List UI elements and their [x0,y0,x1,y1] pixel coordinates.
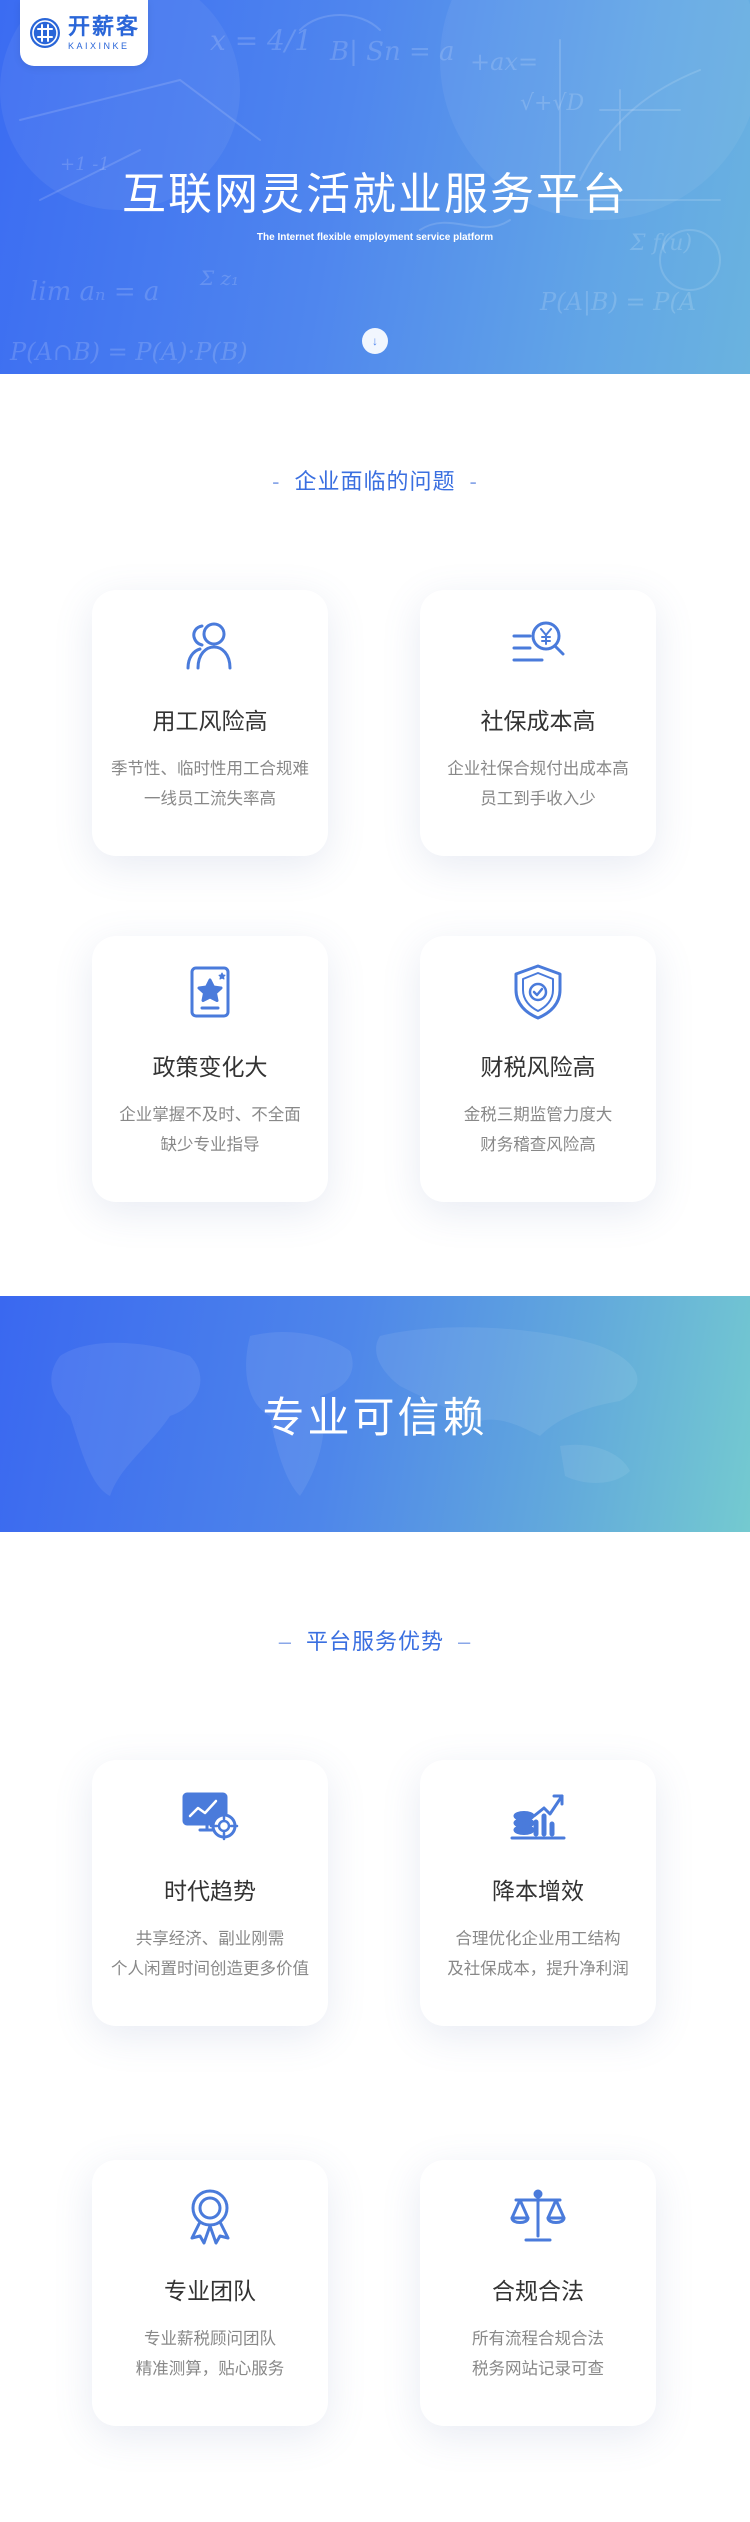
brand-logo-text: 开薪客 KAIXINKE [67,13,140,51]
card-desc-line: 个人闲置时间创造更多价值 [111,1960,309,1978]
card-description: 所有流程合规合法 税务网站记录可查 [420,2324,656,2384]
shield-check-icon [514,964,562,1020]
card-title: 财税风险高 [480,1054,596,1080]
card-desc-line: 缺少专业指导 [160,1136,260,1154]
title-dash-right: - [469,469,478,494]
card-desc-line: 所有流程合规合法 [472,2330,604,2348]
card-title: 合规合法 [492,2278,584,2304]
hero-title: 互联网灵活就业服务平台 [122,170,628,219]
card-desc-line: 合理优化企业用工结构 [455,1930,621,1948]
coins-growth-icon [510,1794,566,1840]
card-description: 合理优化企业用工结构 及社保成本，提升净利润 [420,1924,656,1984]
brand-logo[interactable]: 开薪客 KAIXINKE [20,0,148,66]
problems-title-text: 企业面临的问题 [294,469,456,494]
problems-section-title: - 企业面临的问题 - [0,464,750,496]
trend-monitor-icon [182,1792,239,1841]
balance-scale-icon [510,2189,566,2242]
brand-name-cn: 开薪客 [67,13,140,39]
policy-badge-icon [190,966,230,1018]
svg-text:P(A∩B) = P(A)·P(B): P(A∩B) = P(A)·P(B) [9,338,248,366]
card-desc-line: 共享经济、副业刚需 [135,1930,285,1948]
title-dash-left: – [278,1629,292,1654]
banner-title: 专业可信赖 [262,1394,488,1441]
advantage-card-professional-team[interactable]: 专业团队 专业薪税顾问团队 精准测算，贴心服务 [92,2160,328,2426]
advantages-title-text: 平台服务优势 [305,1629,444,1654]
problem-card-social-security-cost[interactable]: 社保成本高 企业社保合规付出成本高 员工到手收入少 [420,590,656,856]
card-description: 共享经济、副业刚需 个人闲置时间创造更多价值 [92,1924,328,1984]
card-description: 季节性、临时性用工合规难 一线员工流失率高 [92,754,328,814]
svg-text:lim aₙ = a: lim aₙ = a [30,277,159,307]
award-ribbon-icon [190,2189,230,2245]
card-desc-line: 员工到手收入少 [480,790,596,808]
card-description: 企业掌握不及时、不全面 缺少专业指导 [92,1100,328,1160]
card-title: 政策变化大 [152,1054,268,1080]
card-title: 降本增效 [492,1878,584,1904]
card-desc-line: 季节性、临时性用工合规难 [111,760,309,778]
card-title: 专业团队 [164,2278,256,2304]
trust-banner: 专业可信赖 [0,1296,750,1532]
card-title: 用工风险高 [152,708,268,734]
problem-card-employment-risk[interactable]: 用工风险高 季节性、临时性用工合规难 一线员工流失率高 [92,590,328,856]
advantage-card-compliance[interactable]: 合规合法 所有流程合规合法 税务网站记录可查 [420,2160,656,2426]
svg-text:P(A|B) = P(A: P(A|B) = P(A [539,288,696,317]
problem-card-tax-risk[interactable]: 财税风险高 金税三期监管力度大 财务稽查风险高 [420,936,656,1202]
card-desc-line: 财务稽查风险高 [480,1136,596,1154]
svg-text:Σ z₁: Σ z₁ [199,266,239,290]
problem-card-policy-change[interactable]: 政策变化大 企业掌握不及时、不全面 缺少专业指导 [92,936,328,1202]
card-desc-line: 金税三期监管力度大 [463,1106,613,1124]
users-icon [186,622,232,670]
card-title: 时代趋势 [164,1878,256,1904]
page: x = 4/1 B| Sn = a +ax= √+√D lim aₙ = a P… [0,0,750,2522]
card-description: 金税三期监管力度大 财务稽查风险高 [420,1100,656,1160]
card-desc-line: 税务网站记录可查 [472,2360,604,2378]
svg-text:B| Sn = a: B| Sn = a [329,37,455,67]
card-title: 社保成本高 [480,708,596,734]
card-description: 专业薪税顾问团队 精准测算，贴心服务 [92,2324,328,2384]
title-dash-right: – [458,1629,472,1654]
brand-logo-mark-icon [29,18,60,48]
hero-subtitle: The Internet flexible employment service… [256,232,494,243]
advantages-section-title: – 平台服务优势 – [0,1624,750,1656]
brand-name-en: KAIXINKE [67,40,130,51]
card-desc-line: 及社保成本，提升净利润 [447,1960,629,1978]
card-description: 企业社保合规付出成本高 员工到手收入少 [420,754,656,814]
arrow-down-icon: ↓ [372,334,378,348]
card-desc-line: 企业社保合规付出成本高 [447,760,629,778]
title-dash-left: - [272,469,281,494]
advantage-card-trend[interactable]: 时代趋势 共享经济、副业刚需 个人闲置时间创造更多价值 [92,1760,328,2026]
hero-banner: x = 4/1 B| Sn = a +ax= √+√D lim aₙ = a P… [0,0,750,374]
scroll-down-button[interactable]: ↓ [362,328,388,354]
card-desc-line: 专业薪税顾问团队 [144,2330,276,2348]
money-search-icon [512,621,565,662]
card-desc-line: 一线员工流失率高 [144,790,276,808]
advantage-card-cost-efficiency[interactable]: 降本增效 合理优化企业用工结构 及社保成本，提升净利润 [420,1760,656,2026]
card-desc-line: 精准测算，贴心服务 [135,2360,285,2378]
card-desc-line: 企业掌握不及时、不全面 [119,1106,301,1124]
